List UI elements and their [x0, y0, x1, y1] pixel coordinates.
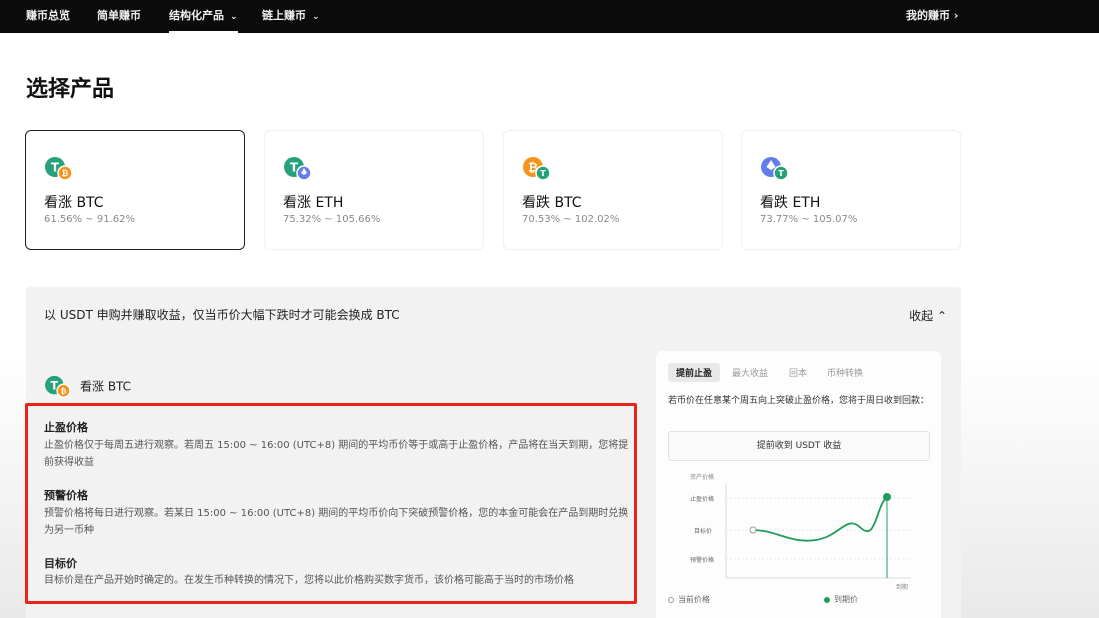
- legend-label: 到期价: [834, 595, 858, 604]
- nav-earn-overview[interactable]: 赚币总览: [26, 7, 70, 33]
- product-detail-panel: 以 USDT 申购并赚取收益，仅当币价大幅下跌时才可能会换成 BTC 收起 ⌃ …: [25, 287, 961, 618]
- svg-text:₿: ₿: [61, 386, 67, 395]
- nav-simple-earn[interactable]: 简单赚币: [97, 7, 141, 33]
- svg-text:₿: ₿: [62, 169, 69, 178]
- product-apr-range: 70.53% ~ 102.02%: [522, 214, 620, 225]
- collapse-button[interactable]: 收起 ⌃: [909, 307, 947, 324]
- y-axis-title: 资产价格: [690, 473, 714, 481]
- tab-currency-conversion[interactable]: 币种转换: [827, 366, 863, 379]
- product-apr-range: 73.77% ~ 105.07%: [760, 214, 858, 225]
- nav-onchain-earn[interactable]: 链上赚币 ⌄: [262, 7, 320, 33]
- scenario-chart-card: 提前止盈 最大收益 回本 币种转换 若币价在任意某个周五向上突破止盈价格，您将于…: [656, 351, 941, 618]
- my-earn-link[interactable]: 我的赚币 ›: [906, 7, 958, 33]
- scenario-chart: 资产价格 止盈价格 目标价 预警价格 到期: [690, 473, 911, 591]
- scenario-description: 若币价在任意某个周五向上突破止盈价格，您将于周日收到回款：: [668, 396, 930, 406]
- product-name: 看涨 ETH: [283, 195, 344, 211]
- my-earn-label: 我的赚币 ›: [906, 9, 959, 22]
- top-nav: 赚币总览 简单赚币 结构化产品 ⌄ 链上赚币 ⌄ 我的赚币 ›: [0, 0, 1099, 33]
- nav-label: 简单赚币: [97, 9, 141, 22]
- product-name: 看跌 BTC: [522, 195, 582, 211]
- section-text-warning: 预警价格将每日进行观察。若某日 15:00 ~ 16:00 (UTC+8) 期间…: [44, 508, 629, 536]
- product-name: 看涨 BTC: [44, 195, 104, 211]
- level-label-target: 目标价: [694, 527, 712, 535]
- svg-text:T: T: [778, 169, 784, 178]
- chevron-down-icon: ⌄: [230, 12, 238, 22]
- usdt-btc-icon: T ₿: [45, 375, 71, 398]
- product-detail-name: 看涨 BTC: [80, 379, 132, 394]
- usdt-btc-icon: T ₿: [45, 157, 73, 181]
- section-title-take-profit: 止盈价格: [44, 421, 88, 434]
- tab-break-even[interactable]: 回本: [789, 366, 807, 379]
- legend-expiry-price: 到期价: [824, 594, 858, 605]
- section-text-target: 目标价是在产品开始时确定的。在发生币种转换的情况下，您将以此价格购买数字货币，该…: [44, 575, 574, 586]
- usdt-eth-icon: T: [284, 157, 312, 181]
- tab-max-return[interactable]: 最大收益: [732, 366, 768, 379]
- section-title-warning: 预警价格: [44, 489, 88, 502]
- product-description: 以 USDT 申购并赚取收益，仅当币价大幅下跌时才可能会换成 BTC: [44, 308, 400, 322]
- eth-usdt-icon: T: [761, 157, 789, 181]
- expiry-price-marker: [883, 493, 891, 501]
- nav-label: 赚币总览: [26, 9, 70, 22]
- legend-label: 当前价格: [678, 595, 710, 604]
- page-title: 选择产品: [26, 77, 115, 102]
- tab-early-take-profit[interactable]: 提前止盈: [668, 363, 721, 382]
- svg-text:T: T: [540, 169, 546, 178]
- product-name: 看跌 ETH: [760, 195, 821, 211]
- legend-hollow-dot-icon: [668, 596, 674, 603]
- current-price-marker: [749, 526, 757, 534]
- product-detail-title: T ₿ 看涨 BTC: [44, 375, 131, 399]
- chevron-down-icon: ⌄: [312, 12, 320, 22]
- collapse-label: 收起: [909, 309, 934, 323]
- btc-usdt-icon: ₿ T: [523, 157, 551, 181]
- price-path-line: [752, 496, 888, 542]
- chevron-up-icon: ⌃: [936, 309, 947, 323]
- level-label-warning: 预警价格: [690, 556, 714, 564]
- nav-label: 结构化产品: [169, 9, 224, 22]
- product-card-bear-btc[interactable]: ₿ T 看跌 BTC 70.53% ~ 102.02%: [503, 130, 723, 250]
- x-axis-label: 到期: [896, 583, 908, 591]
- page-content: 选择产品 T ₿ 看涨 BTC 61.56% ~ 91.62% T 看涨 ETH…: [0, 33, 1099, 618]
- level-label-take-profit: 止盈价格: [690, 495, 714, 503]
- scenario-result-button: 提前收到 USDT 收益: [668, 431, 930, 461]
- nav-label: 链上赚币: [262, 9, 306, 22]
- product-apr-range: 61.56% ~ 91.62%: [44, 214, 135, 225]
- product-card-bull-btc[interactable]: T ₿ 看涨 BTC 61.56% ~ 91.62%: [25, 130, 245, 250]
- product-apr-range: 75.32% ~ 105.66%: [283, 214, 381, 225]
- section-text-take-profit: 止盈价格仅于每周五进行观察。若周五 15:00 ~ 16:00 (UTC+8) …: [44, 440, 629, 468]
- nav-structured-products[interactable]: 结构化产品 ⌄: [169, 7, 238, 33]
- product-card-bear-eth[interactable]: T 看跌 ETH 73.77% ~ 105.07%: [741, 130, 961, 250]
- legend-filled-dot-icon: [824, 596, 830, 603]
- legend-current-price: 当前价格: [668, 594, 710, 605]
- section-title-target: 目标价: [44, 557, 77, 570]
- product-card-bull-eth[interactable]: T 看涨 ETH 75.32% ~ 105.66%: [264, 130, 484, 250]
